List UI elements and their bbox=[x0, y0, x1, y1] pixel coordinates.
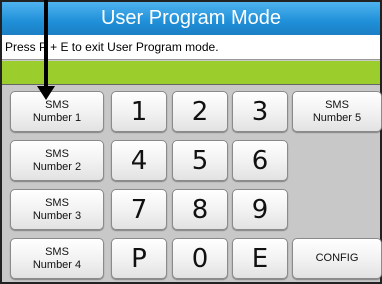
sms5-label-line2: Number 5 bbox=[312, 111, 362, 124]
sms1-label-line2: Number 1 bbox=[32, 111, 82, 124]
sms5-label-line1: SMS bbox=[325, 98, 349, 111]
digit-5-button[interactable]: 5 bbox=[172, 140, 228, 181]
device-screen: User Program Mode Press P + E to exit Us… bbox=[0, 0, 382, 284]
config-button[interactable]: CONFIG bbox=[292, 238, 382, 279]
sms2-label-line2: Number 2 bbox=[32, 160, 82, 173]
sms4-label-line1: SMS bbox=[45, 245, 69, 258]
p-button[interactable]: P bbox=[111, 238, 167, 279]
sms-number-1-button[interactable]: SMS Number 1 bbox=[10, 91, 104, 132]
pointer-arrow-shaft bbox=[44, 0, 48, 92]
pointer-arrow-icon bbox=[37, 86, 55, 100]
instruction-message: Press P + E to exit User Program mode. bbox=[2, 35, 380, 60]
sms1-label-line1: SMS bbox=[45, 98, 69, 111]
sms2-label-line1: SMS bbox=[45, 147, 69, 160]
title-bar: User Program Mode bbox=[2, 2, 380, 35]
sms3-label-line2: Number 3 bbox=[32, 209, 82, 222]
sms-number-3-button[interactable]: SMS Number 3 bbox=[10, 189, 104, 230]
sms3-label-line1: SMS bbox=[45, 196, 69, 209]
digit-4-button[interactable]: 4 bbox=[111, 140, 167, 181]
status-bar bbox=[2, 61, 380, 85]
digit-0-button[interactable]: 0 bbox=[172, 238, 228, 279]
digit-6-button[interactable]: 6 bbox=[232, 140, 288, 181]
digit-8-button[interactable]: 8 bbox=[172, 189, 228, 230]
digit-7-button[interactable]: 7 bbox=[111, 189, 167, 230]
digit-9-button[interactable]: 9 bbox=[232, 189, 288, 230]
keypad: SMS Number 1 1 2 3 SMS Number 5 SMS Number … bbox=[2, 85, 382, 282]
sms-number-4-button[interactable]: SMS Number 4 bbox=[10, 238, 104, 279]
screen-title: User Program Mode bbox=[100, 7, 282, 29]
digit-1-button[interactable]: 1 bbox=[111, 91, 167, 132]
digit-3-button[interactable]: 3 bbox=[232, 91, 288, 132]
digit-2-button[interactable]: 2 bbox=[172, 91, 228, 132]
e-button[interactable]: E bbox=[232, 238, 288, 279]
sms4-label-line2: Number 4 bbox=[32, 258, 82, 271]
sms-number-5-button[interactable]: SMS Number 5 bbox=[292, 91, 382, 132]
sms-number-2-button[interactable]: SMS Number 2 bbox=[10, 140, 104, 181]
